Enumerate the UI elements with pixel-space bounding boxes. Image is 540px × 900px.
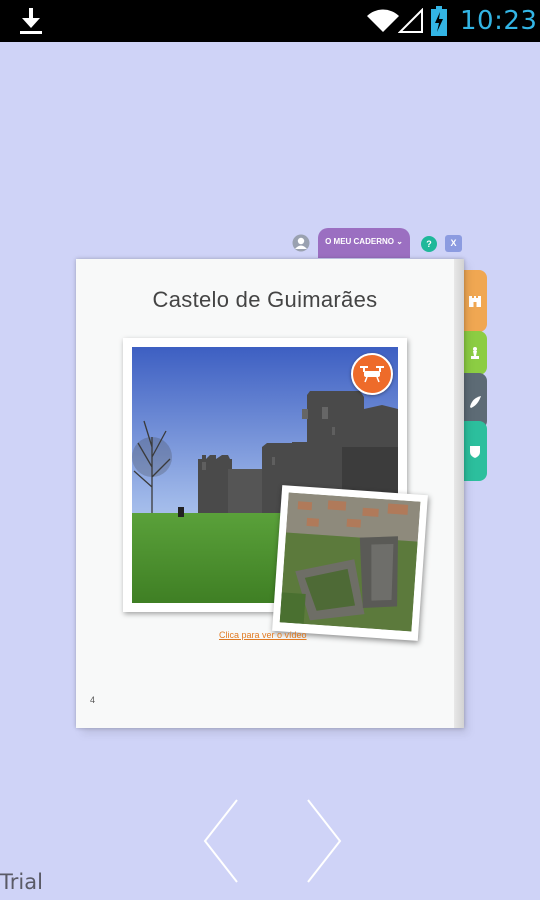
shield-icon [470,446,480,458]
signal-icon [398,8,423,33]
page-number: 4 [90,695,96,705]
trial-watermark: Trial [0,870,43,894]
watch-video-link[interactable]: Clica para ver o vídeo [219,630,307,640]
clock: 10:23 [460,6,538,36]
user-icon[interactable] [292,234,310,252]
castle-icon [469,296,481,307]
page-title: Castelo de Guimarães [152,287,378,312]
status-bar: 10:23 [0,0,540,42]
aerial-photo[interactable] [279,492,421,632]
wifi-icon [367,9,399,32]
drone-icon [360,366,384,383]
battery-charging-icon [431,6,447,36]
next-page-icon[interactable] [306,798,342,884]
quill-icon [470,396,481,408]
aerial-photo-frame [272,485,428,641]
close-button[interactable]: X [445,235,462,252]
page-edge [454,259,464,728]
drone-view-button[interactable] [351,353,393,395]
chess-knight-icon [471,347,479,359]
my-notebook-tab[interactable]: O MEU CADERNO ⌄ [318,228,410,258]
help-button[interactable]: ? [421,236,437,252]
download-icon [20,8,42,34]
previous-page-icon[interactable] [203,798,239,884]
